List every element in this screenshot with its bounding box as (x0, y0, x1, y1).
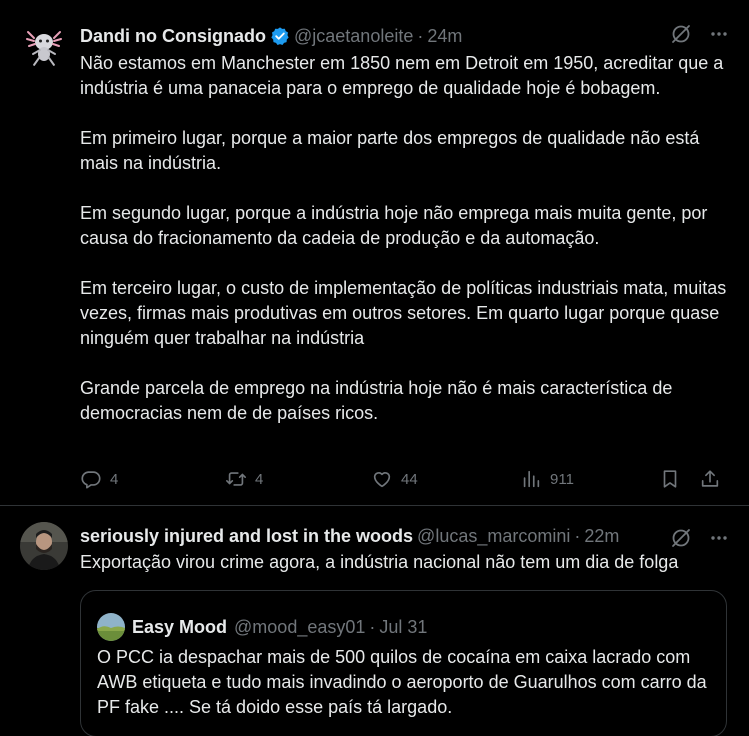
tweet-paragraph: Não estamos em Manchester em 1850 nem em… (80, 53, 724, 98)
tweet[interactable]: seriously injured and lost in the woods … (0, 506, 749, 736)
avatar[interactable] (97, 613, 125, 641)
tweet-header: seriously injured and lost in the woods … (80, 525, 729, 547)
quoted-tweet[interactable]: Easy Mood @mood_easy01 · Jul 31 O PCC ia… (80, 590, 727, 736)
views-count: 911 (550, 470, 574, 488)
heart-icon (373, 472, 391, 488)
quoted-tweet-text: O PCC ia despachar mais de 500 quilos de… (97, 647, 707, 717)
quoted-tweet-header: Easy Mood @mood_easy01 · Jul 31 (97, 613, 427, 641)
share-button[interactable] (699, 468, 729, 490)
more-options-icon[interactable] (709, 24, 729, 49)
separator-dot: · (417, 25, 424, 46)
tweet[interactable]: Dandi no Consignado @jcaetanoleite · 24m (0, 0, 749, 506)
like-button[interactable]: 44 (371, 468, 418, 490)
verified-badge-icon (270, 26, 290, 46)
avatar[interactable] (20, 522, 68, 570)
reply-count: 4 (110, 470, 119, 488)
views-button[interactable]: 911 (520, 468, 574, 490)
separator-dot: · (369, 616, 376, 637)
tweet-paragraph: Em primeiro lugar, porque a maior parte … (80, 128, 700, 173)
share-icon (701, 470, 719, 487)
display-name[interactable]: seriously injured and lost in the woods (80, 526, 413, 547)
tweet-text: Exportação virou crime agora, a indústri… (80, 552, 679, 572)
like-count: 44 (401, 470, 418, 488)
tweet-text: Não estamos em Manchester em 1850 nem em… (80, 51, 731, 426)
retweet-count: 4 (255, 470, 264, 488)
grok-icon[interactable] (671, 24, 691, 49)
user-handle[interactable]: @lucas_marcomini (417, 526, 570, 547)
tweet-paragraph: Grande parcela de emprego na indústria h… (80, 378, 673, 423)
tweet-actions: 4 4 44 911 (80, 465, 729, 493)
timestamp[interactable]: Jul 31 (379, 617, 427, 638)
header-actions (671, 24, 729, 49)
separator-dot: · (574, 525, 581, 546)
user-handle[interactable]: @jcaetanoleite (294, 26, 413, 47)
reply-button[interactable]: 4 (80, 468, 118, 490)
tweet-paragraph: Em terceiro lugar, o custo de implementa… (80, 278, 727, 348)
bookmark-icon (663, 470, 677, 488)
user-handle[interactable]: @mood_easy01 (234, 617, 365, 638)
retweet-button[interactable]: 4 (225, 468, 263, 490)
retweet-icon (226, 472, 246, 486)
tweet-header: Dandi no Consignado @jcaetanoleite · 24m (80, 25, 729, 47)
display-name[interactable]: Dandi no Consignado (80, 26, 266, 47)
timestamp[interactable]: 24m (427, 26, 462, 47)
tweet-paragraph: Em segundo lugar, porque a indústria hoj… (80, 203, 708, 248)
timestamp[interactable]: 22m (584, 526, 619, 547)
reply-icon (81, 471, 101, 489)
views-chart-icon (523, 470, 540, 488)
bookmark-button[interactable] (659, 468, 689, 490)
display-name[interactable]: Easy Mood (132, 617, 227, 638)
avatar[interactable] (20, 20, 68, 68)
